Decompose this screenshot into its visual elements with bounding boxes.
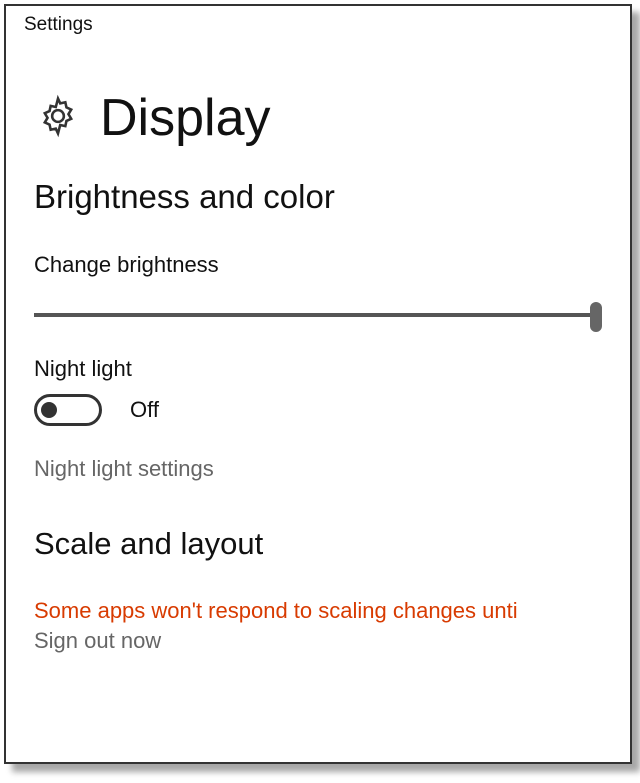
page-title: Display xyxy=(100,88,271,148)
brightness-slider-wrap xyxy=(6,278,630,330)
settings-window: Settings Display Brightness and color Ch… xyxy=(4,4,632,764)
slider-track xyxy=(34,313,602,317)
sign-out-link[interactable]: Sign out now xyxy=(6,624,630,654)
page-title-row: Display xyxy=(6,36,630,148)
slider-thumb[interactable] xyxy=(590,302,602,332)
night-light-settings-link[interactable]: Night light settings xyxy=(6,426,630,482)
brightness-heading: Brightness and color xyxy=(6,148,630,216)
app-header: Settings xyxy=(6,6,630,36)
night-light-label: Night light xyxy=(6,330,630,382)
change-brightness-label: Change brightness xyxy=(6,216,630,278)
toggle-knob xyxy=(41,402,57,418)
brightness-slider[interactable] xyxy=(34,300,602,330)
scale-heading: Scale and layout xyxy=(6,482,630,562)
night-light-state: Off xyxy=(130,397,159,423)
night-light-toggle-row: Off xyxy=(6,382,630,426)
night-light-toggle[interactable] xyxy=(34,394,102,426)
gear-icon xyxy=(36,94,80,143)
scaling-warning: Some apps won't respond to scaling chang… xyxy=(6,562,630,624)
